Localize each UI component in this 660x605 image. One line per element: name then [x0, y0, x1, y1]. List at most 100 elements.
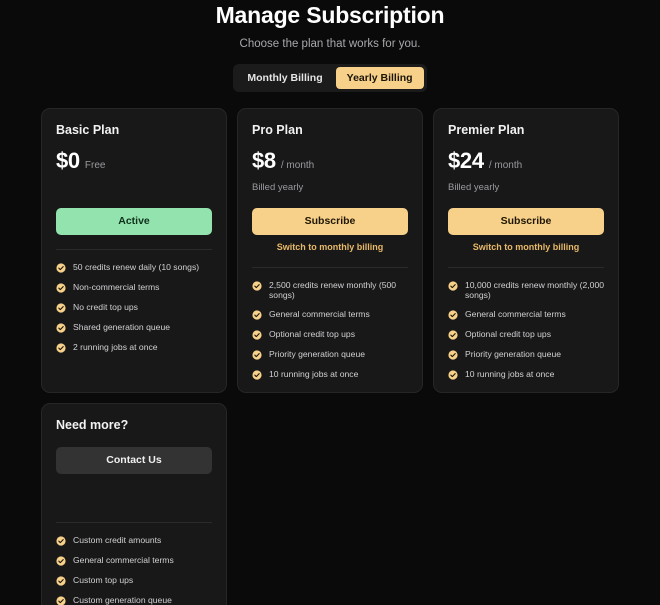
plan-divider: [56, 249, 212, 250]
feature-item: Shared generation queue: [56, 322, 212, 333]
plan-billed-note: [56, 182, 212, 194]
check-circle-icon: [56, 536, 66, 546]
plan-price: $8: [252, 149, 276, 173]
plan-name: Pro Plan: [252, 123, 408, 138]
need-more-divider: [56, 522, 212, 523]
plan-divider: [448, 267, 604, 268]
feature-item: 2 running jobs at once: [56, 342, 212, 353]
contact-us-button[interactable]: Contact Us: [56, 447, 212, 474]
need-more-spacer: [56, 474, 212, 508]
plan-price-suffix: / month: [281, 160, 314, 171]
plan-price-row: $8 / month: [252, 149, 408, 173]
feature-item: No credit top ups: [56, 302, 212, 313]
feature-label: No credit top ups: [73, 302, 138, 312]
feature-label: Optional credit top ups: [269, 329, 355, 339]
plan-name: Premier Plan: [448, 123, 604, 138]
feature-item: General commercial terms: [448, 309, 604, 320]
plan-cta-slot: Subscribe Switch to monthly billing: [252, 208, 408, 253]
subscription-page: Manage Subscription Choose the plan that…: [0, 0, 660, 605]
check-circle-icon: [448, 310, 458, 320]
check-circle-icon: [56, 596, 66, 605]
feature-item: 10,000 credits renew monthly (2,000 song…: [448, 280, 604, 300]
feature-item: Optional credit top ups: [448, 329, 604, 340]
toggle-monthly-billing[interactable]: Monthly Billing: [236, 67, 333, 89]
check-circle-icon: [448, 330, 458, 340]
plan-feature-list: 50 credits renew daily (10 songs) Non-com…: [56, 262, 212, 353]
billing-toggle[interactable]: Monthly Billing Yearly Billing: [233, 64, 426, 92]
feature-label: Priority generation queue: [465, 349, 561, 359]
plan-price-row: $24 / month: [448, 149, 604, 173]
feature-label: 50 credits renew daily (10 songs): [73, 262, 199, 272]
feature-label: 10 running jobs at once: [465, 369, 554, 379]
need-more-card: Need more? Contact Us Custom credit amou…: [41, 403, 227, 605]
feature-item: 2,500 credits renew monthly (500 songs): [252, 280, 408, 300]
check-circle-icon: [56, 303, 66, 313]
plan-card: Premier Plan $24 / month Billed yearly Subsc…: [433, 108, 619, 393]
feature-label: 2,500 credits renew monthly (500 songs): [269, 280, 408, 300]
check-circle-icon: [56, 323, 66, 333]
feature-label: 2 running jobs at once: [73, 342, 158, 352]
page-subtitle: Choose the plan that works for you.: [0, 37, 660, 51]
need-more-cta-slot: Contact Us: [56, 447, 212, 474]
toggle-yearly-billing[interactable]: Yearly Billing: [336, 67, 424, 89]
plan-card: Pro Plan$8/ monthBilled yearlySubscribeS…: [237, 108, 423, 393]
feature-item: Priority generation queue: [252, 349, 408, 360]
plan-billed-note: Billed yearly: [448, 182, 604, 194]
feature-item: General commercial terms: [56, 555, 212, 566]
feature-item: 10 running jobs at once: [252, 369, 408, 380]
plan-price: $0: [56, 149, 80, 173]
feature-label: General commercial terms: [465, 309, 566, 319]
plan-price: $24: [448, 149, 484, 173]
need-more-title: Need more?: [56, 418, 212, 433]
feature-item: Non-commercial terms: [56, 282, 212, 293]
plan-price-row: $0 Free: [56, 149, 212, 173]
check-circle-icon: [252, 310, 262, 320]
check-circle-icon: [448, 370, 458, 380]
check-circle-icon: [56, 283, 66, 293]
need-more-feature-list: Custom credit amounts General commercial …: [56, 535, 212, 605]
plan-card: Basic Plan$0FreeActive50 credits renew d…: [41, 108, 227, 393]
feature-label: Priority generation queue: [269, 349, 365, 359]
plan-price-suffix: / month: [489, 160, 522, 171]
check-circle-icon: [56, 556, 66, 566]
feature-label: Non-commercial terms: [73, 282, 159, 292]
feature-label: 10,000 credits renew monthly (2,000 song…: [465, 280, 604, 300]
plan-feature-list: 2,500 credits renew monthly (500 songs) G…: [252, 280, 408, 380]
check-circle-icon: [252, 350, 262, 360]
plan-cta-slot: Active: [56, 208, 212, 235]
page-title: Manage Subscription: [0, 2, 660, 28]
need-more-row: Need more? Contact Us Custom credit amou…: [0, 403, 660, 605]
plans-grid: Basic Plan$0FreeActive50 credits renew d…: [0, 108, 660, 393]
subscribe-button[interactable]: Subscribe: [448, 208, 604, 235]
check-circle-icon: [252, 330, 262, 340]
plan-cta-slot: Subscribe Switch to monthly billing: [448, 208, 604, 253]
feature-label: 10 running jobs at once: [269, 369, 358, 379]
feature-item: Custom generation queue: [56, 595, 212, 605]
feature-item: Custom credit amounts: [56, 535, 212, 546]
check-circle-icon: [448, 350, 458, 360]
check-circle-icon: [252, 370, 262, 380]
feature-item: General commercial terms: [252, 309, 408, 320]
switch-billing-link[interactable]: Switch to monthly billing: [448, 242, 604, 253]
feature-label: General commercial terms: [73, 555, 174, 565]
feature-item: 10 running jobs at once: [448, 369, 604, 380]
feature-label: Custom generation queue: [73, 595, 172, 605]
plan-feature-list: 10,000 credits renew monthly (2,000 song…: [448, 280, 604, 380]
subscribe-button[interactable]: Subscribe: [252, 208, 408, 235]
feature-item: 50 credits renew daily (10 songs): [56, 262, 212, 273]
feature-label: Custom top ups: [73, 575, 133, 585]
feature-label: Optional credit top ups: [465, 329, 551, 339]
check-circle-icon: [56, 263, 66, 273]
plan-billed-note: Billed yearly: [252, 182, 408, 194]
plan-price-suffix: Free: [85, 160, 106, 171]
feature-item: Custom top ups: [56, 575, 212, 586]
plan-divider: [252, 267, 408, 268]
feature-label: General commercial terms: [269, 309, 370, 319]
switch-billing-link[interactable]: Switch to monthly billing: [252, 242, 408, 253]
page-header: Manage Subscription Choose the plan that…: [0, 0, 660, 51]
feature-label: Custom credit amounts: [73, 535, 161, 545]
check-circle-icon: [56, 576, 66, 586]
active-plan-button[interactable]: Active: [56, 208, 212, 235]
check-circle-icon: [448, 281, 458, 291]
feature-label: Shared generation queue: [73, 322, 170, 332]
